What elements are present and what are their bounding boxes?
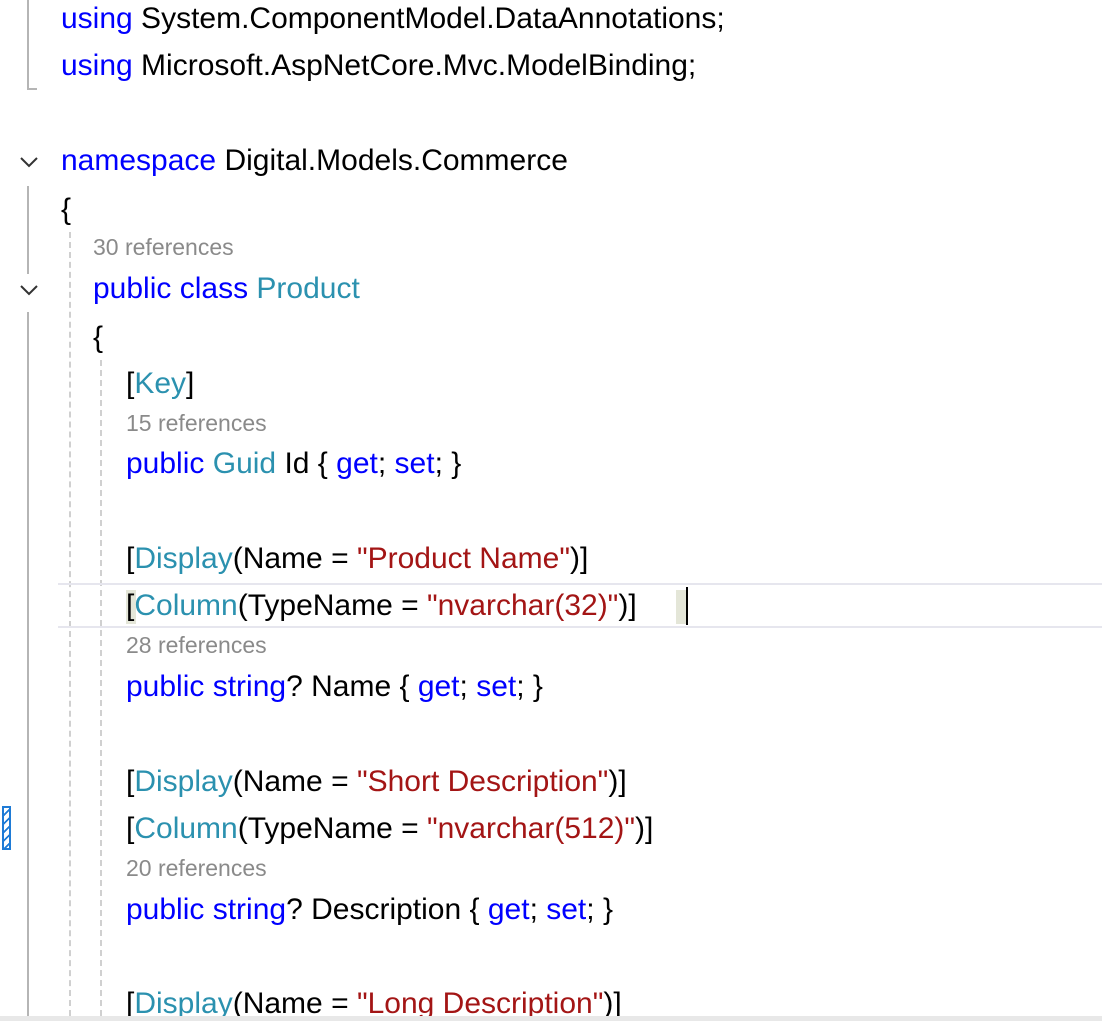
string-literal: "nvarchar(32)" [426,589,619,622]
namespace-outline-guide [27,186,29,274]
code-line-class-open-brace[interactable]: { [93,314,103,361]
property-name: ? Description { [286,893,488,926]
keyword: public string [126,670,287,703]
bracket: )] [569,542,589,575]
collapse-class-chevron-icon[interactable] [17,280,41,300]
class-name: Product [256,272,360,305]
bracket: )] [635,812,654,845]
namespace-ref: Microsoft.AspNetCore.Mvc.ModelBinding; [132,49,697,82]
attribute-name: Display [134,765,233,798]
keyword-set: set [546,893,587,926]
unsaved-change-marker [2,806,11,850]
attribute-args: (TypeName = [237,812,427,845]
attribute-name: Column [134,812,238,845]
keyword-get: get [417,670,460,703]
punct: ; [529,893,547,926]
punct: ; } [434,447,462,480]
keyword: public string [126,893,287,926]
brace: { [93,321,104,354]
keyword-set: set [394,447,435,480]
punct: ; [377,447,395,480]
class-outline-guide [27,312,29,1016]
property-name: ? Name { [286,670,418,703]
string-literal: "Product Name" [356,542,570,575]
code-line-name-column-attribute[interactable]: [Column(TypeName = "nvarchar(32)")] [126,582,637,629]
string-literal: "nvarchar(512)" [426,812,636,845]
bracket: )] [608,765,627,798]
code-line-desc-column-attribute[interactable]: [Column(TypeName = "nvarchar(512)")] [126,805,653,852]
code-line-name-property[interactable]: public string? Name { get; set; } [126,663,543,710]
type-name: Guid [212,447,277,480]
punct: ; } [586,893,613,926]
brace: { [61,193,72,226]
keyword: using [61,2,133,35]
code-line-desc-display-attribute[interactable]: [Display(Name = "Short Description")] [126,758,627,805]
namespace-ref: System.ComponentModel.DataAnnotations; [132,2,725,35]
keyword: public class [93,272,249,305]
string-literal: "Short Description" [356,765,609,798]
keyword-set: set [476,670,517,703]
attribute-args: (Name = [232,542,357,575]
property-name: Id { [276,447,337,480]
attribute-name: Display [134,542,233,575]
bracket: ] [186,367,195,400]
code-line-description-property[interactable]: public string? Description { get; set; } [126,886,613,933]
code-line-namespace-open-brace[interactable]: { [61,186,71,233]
codelens-name-references[interactable]: 28 references [126,630,267,660]
keyword-get: get [336,447,378,480]
namespace-name: Digital.Models.Commerce [216,144,568,177]
keyword: using [61,49,133,82]
punct: ; [459,670,477,703]
code-line-id-property[interactable]: public Guid Id { get; set; } [126,440,461,487]
keyword: public [126,447,205,480]
keyword: namespace [61,144,217,177]
attribute-args: (TypeName = [237,589,427,622]
collapse-namespace-chevron-icon[interactable] [17,152,41,172]
bracket: )] [618,589,637,622]
codelens-description-references[interactable]: 20 references [126,853,267,883]
code-line-using-2[interactable]: using Microsoft.AspNetCore.Mvc.ModelBind… [61,42,696,89]
horizontal-scrollbar[interactable] [0,1016,1102,1021]
code-line-using-1[interactable]: using System.ComponentModel.DataAnnotati… [61,0,725,42]
text-caret [686,587,688,625]
class-indent-guide [100,360,102,1016]
codelens-class-references[interactable]: 30 references [93,232,234,262]
using-block-guide-end [27,88,37,90]
code-line-class-decl[interactable]: public class Product [93,265,360,312]
punct: ; } [516,670,543,703]
code-line-name-display-attribute[interactable]: [Display(Name = "Product Name")] [126,535,588,582]
attribute-name: Column [134,589,238,622]
using-block-guide [27,0,29,90]
code-editor[interactable]: using System.ComponentModel.DataAnnotati… [0,0,1102,1021]
bracket-match-highlight [676,590,686,624]
code-line-key-attribute[interactable]: [Key] [126,360,194,407]
code-line-namespace[interactable]: namespace Digital.Models.Commerce [61,137,568,184]
attribute-name: Key [134,367,187,400]
attribute-args: (Name = [232,765,357,798]
codelens-id-references[interactable]: 15 references [126,408,267,438]
keyword-get: get [487,893,530,926]
